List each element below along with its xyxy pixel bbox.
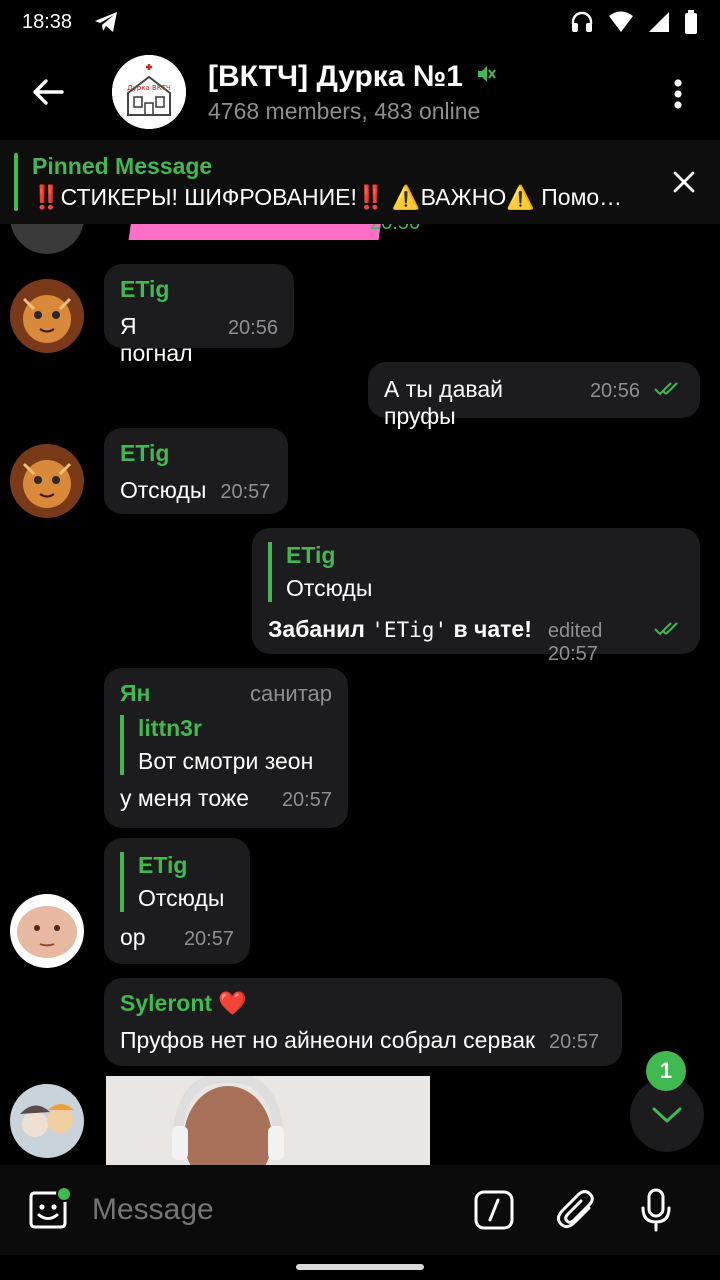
message-time: edited 20:57: [547, 620, 603, 665]
bot-commands-button[interactable]: [468, 1184, 520, 1236]
microphone-icon: [641, 1188, 671, 1232]
avatar[interactable]: [10, 894, 84, 968]
wifi-icon: [608, 11, 634, 33]
chat-title[interactable]: [ВКТЧ] Дурка №1: [208, 60, 463, 94]
reply-text: Вот смотри зеон: [138, 748, 314, 774]
message-bubble[interactable]: ETig Отсюды ор 20:57: [104, 838, 250, 964]
sender-name[interactable]: ETig: [120, 440, 272, 467]
more-menu-button[interactable]: [658, 74, 698, 114]
reply-quote[interactable]: ETig Отсюды: [120, 852, 234, 912]
message-time: 20:57: [281, 789, 332, 811]
battery-icon: [684, 10, 698, 34]
message-text: Пруфов нет но айнеони собрал сервак: [120, 1027, 536, 1053]
message-bubble[interactable]: ETig Я погнал 20:56: [104, 264, 294, 366]
signal-icon: [648, 11, 670, 33]
message-list[interactable]: 20:56 ETig Я погнал 20:56 А ты давай пру…: [0, 140, 720, 1165]
message-time: 20:56: [227, 317, 278, 339]
avatar-etig[interactable]: [10, 279, 84, 353]
sender-name[interactable]: ETig: [120, 276, 278, 303]
message-input[interactable]: [92, 1193, 452, 1227]
chevron-down-icon: [652, 1107, 682, 1123]
avatar[interactable]: [10, 1084, 84, 1158]
telegram-icon: [94, 11, 118, 33]
message-bubble[interactable]: Ян санитар littn3r Вот смотри зеон у мен…: [104, 668, 348, 828]
message-text: А ты давай пруфы: [384, 376, 503, 429]
reply-quote[interactable]: ETig Отсюды: [268, 542, 684, 602]
close-icon: [673, 171, 695, 193]
reply-sender: ETig: [138, 852, 188, 878]
more-vertical-icon: [674, 79, 682, 109]
message-text: у меня тоже: [120, 785, 250, 811]
inline-code: 'ETig': [371, 618, 448, 642]
sender-name[interactable]: Syleront ❤️: [120, 990, 606, 1017]
status-time: 18:38: [22, 10, 73, 33]
message-bubble-outgoing[interactable]: ETig Отсюды Забанил 'ETig' в чате! edite…: [252, 528, 700, 665]
group-avatar[interactable]: Дурка ВКТЧ: [112, 55, 186, 129]
reply-text: Отсюды: [286, 575, 373, 601]
new-indicator-dot: [56, 1186, 72, 1202]
status-bar: 18:38: [0, 0, 720, 44]
pinned-message-bar[interactable]: Pinned Message ‼️СТИКЕРЫ! ШИФРОВАНИЕ!‼️ …: [0, 140, 720, 224]
double-check-icon: [654, 381, 684, 402]
photo-message[interactable]: [106, 1076, 430, 1165]
message-text: Забанил 'ETig' в чате!: [268, 616, 532, 642]
message-bubble-outgoing[interactable]: А ты давай пруфы 20:56: [368, 362, 700, 429]
voice-message-button[interactable]: [630, 1184, 682, 1236]
reply-sender: littn3r: [138, 715, 202, 741]
headphones-icon: [570, 10, 594, 34]
sticker-button[interactable]: [18, 1180, 78, 1240]
avatar-etig[interactable]: [10, 444, 84, 518]
message-text: ор: [120, 924, 146, 950]
sender-name[interactable]: Ян: [120, 680, 150, 707]
back-button[interactable]: [0, 44, 96, 140]
admin-title: санитар: [250, 681, 332, 706]
home-indicator[interactable]: [296, 1264, 424, 1270]
chat-subtitle: 4768 members, 483 online: [208, 97, 481, 124]
message-bubble[interactable]: ETig Отсюды 20:57: [104, 428, 288, 514]
slash-command-icon: [474, 1190, 514, 1230]
message-time: 20:57: [183, 928, 234, 950]
message-time: 20:57: [220, 481, 271, 503]
unread-count-badge: 1: [646, 1051, 686, 1091]
pinned-title: Pinned Message: [32, 153, 213, 179]
message-composer: [0, 1165, 720, 1255]
reply-text: Отсюды: [138, 885, 225, 911]
pinned-indicator: [14, 153, 18, 211]
pinned-text: ‼️СТИКЕРЫ! ШИФРОВАНИЕ!‼️ ⚠️ВАЖНО⚠️ Помо…: [32, 184, 623, 210]
attach-button[interactable]: [550, 1184, 602, 1236]
message-time: 20:56: [589, 380, 640, 402]
chat-header: Дурка ВКТЧ [ВКТЧ] Дурка №1 4768 members,…: [0, 44, 720, 140]
close-pinned-button[interactable]: [666, 164, 702, 200]
muted-icon: [475, 63, 497, 90]
reply-quote[interactable]: littn3r Вот смотри зеон: [120, 715, 332, 775]
message-bubble[interactable]: Syleront ❤️ Пруфов нет но айнеони собрал…: [104, 978, 622, 1066]
paperclip-icon: [557, 1190, 594, 1229]
arrow-left-icon: [33, 79, 64, 105]
reply-sender: ETig: [286, 542, 336, 568]
message-time: 20:57: [549, 1031, 600, 1053]
message-text: Отсюды: [120, 477, 207, 503]
svg-text:Дурка ВКТЧ: Дурка ВКТЧ: [127, 84, 171, 92]
double-check-icon: [654, 621, 684, 642]
message-text: Я погнал: [120, 313, 193, 366]
